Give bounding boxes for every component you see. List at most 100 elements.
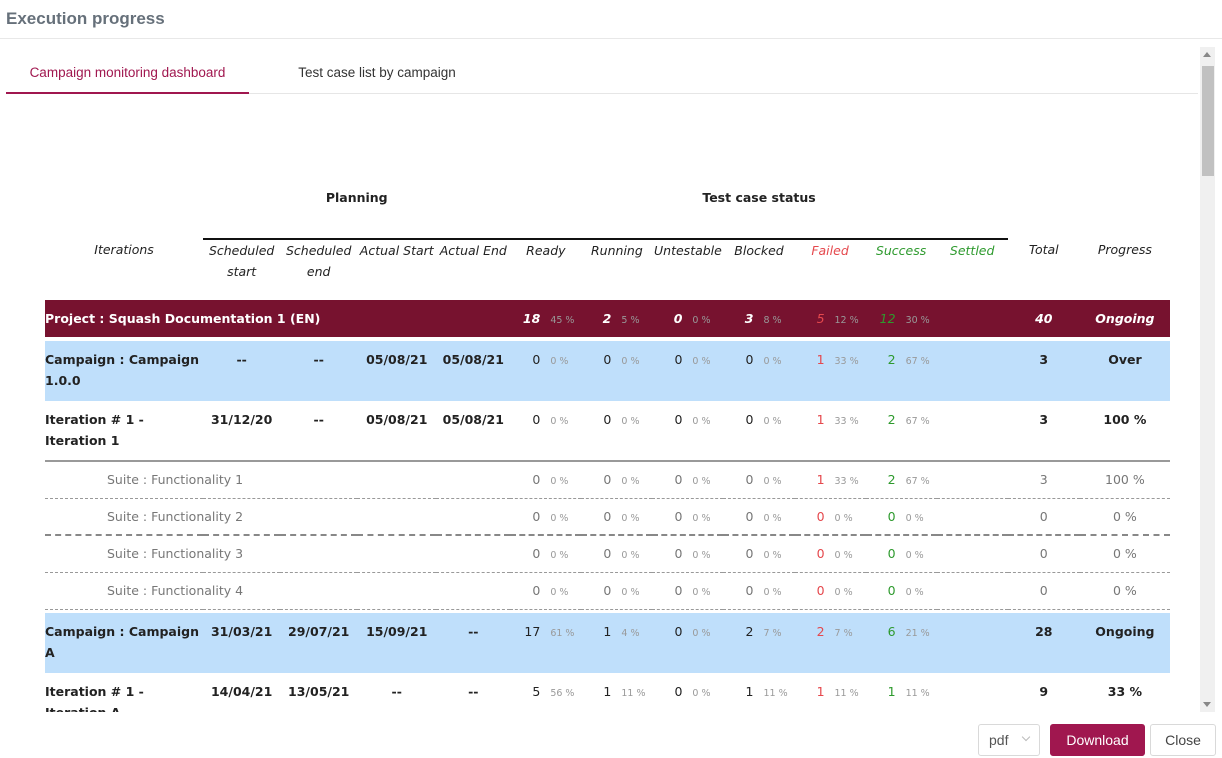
blocked-cell: 0 0 % (723, 341, 795, 401)
count: 2 (745, 624, 754, 639)
scheduled-start-cell: 31/12/20 (203, 401, 281, 462)
running-cell: 0 0 % (581, 535, 653, 573)
count: 0 (674, 412, 683, 427)
percent: 0 % (550, 512, 569, 524)
actual-start-cell: 05/08/21 (357, 341, 437, 401)
suite-row[interactable]: Suite : Functionality 2 00 % 0 0 % 0 0 % 0 0 %… (45, 498, 1170, 536)
suite-row[interactable]: Suite : Functionality 4 00 % 0 0 % 0 0 % 0 0 %… (45, 572, 1170, 610)
scroll-down-arrow-icon[interactable] (1203, 702, 1211, 707)
percent: 0 % (621, 476, 640, 488)
untestable-cell: 0 0 % (652, 461, 724, 499)
count: 0 (532, 508, 541, 524)
count: 5 (816, 311, 825, 326)
count: 2 (887, 352, 896, 367)
progress-cell: 0 % (1079, 498, 1170, 536)
iteration-row[interactable]: Iteration # 1 - Iteration 1 31/12/20 -- … (45, 401, 1170, 462)
scheduled-end-cell: -- (280, 401, 358, 462)
count: 0 (674, 624, 683, 639)
percent: 11 % (621, 688, 646, 699)
iteration-row[interactable]: Iteration # 1 - Iteration A 14/04/21 13/… (45, 673, 1170, 712)
count: 0 (603, 583, 612, 598)
scheduled-start-cell: 31/03/21 (203, 613, 281, 673)
percent: 67 % (905, 356, 930, 367)
count: 1 (745, 684, 754, 699)
failed-cell: 1 11 % (795, 673, 866, 712)
count: 1 (816, 472, 825, 488)
campaign-row[interactable]: Campaign : Campaign A 31/03/21 29/07/21 … (45, 613, 1170, 673)
progress-cell: 100 % (1079, 401, 1170, 462)
percent: 0 % (692, 416, 711, 427)
percent: 0 % (692, 688, 711, 699)
close-button[interactable]: Close (1150, 724, 1216, 756)
running-cell: 0 0 % (581, 572, 653, 610)
failed-cell: 0 0 % (794, 572, 866, 610)
running-cell: 1 4 % (581, 613, 653, 673)
percent: 0 % (763, 476, 782, 488)
percent: 61 % (550, 628, 575, 639)
failed-cell: 1 33 % (794, 401, 866, 462)
success-cell: 2 67 % (865, 461, 937, 499)
count: 2 (887, 412, 896, 427)
ready-cell: 5 56 % (510, 673, 581, 712)
col-scheduled-end: Scheduled end (286, 243, 352, 279)
percent: 0 % (763, 356, 782, 367)
count: 0 (887, 583, 896, 598)
progress-cell: Ongoing (1079, 300, 1170, 337)
success-cell: 0 0 % (865, 572, 937, 610)
col-running: Running (591, 243, 643, 258)
planning-group-header: Planning (203, 190, 511, 240)
col-iterations: Iterations (94, 242, 154, 257)
scroll-up-arrow-icon[interactable] (1203, 52, 1211, 57)
col-failed: Failed (811, 243, 849, 258)
total-cell: 0 (1007, 535, 1080, 573)
count: 2 (816, 624, 825, 639)
count: 2 (887, 472, 896, 488)
settled-cell (936, 498, 1008, 536)
blocked-cell: 0 0 % (723, 535, 795, 573)
count: 0 (603, 412, 612, 427)
progress-cell: 33 % (1107, 684, 1143, 699)
percent: 0 % (550, 416, 569, 427)
blocked-cell: 1 11 % (723, 673, 794, 712)
row-name: Campaign : Campaign A (45, 613, 204, 673)
vertical-scrollbar[interactable] (1200, 47, 1215, 712)
percent: 0 % (550, 356, 569, 367)
count: 3 (744, 311, 754, 326)
scrollbar-thumb[interactable] (1202, 66, 1214, 176)
settled-cell (936, 613, 1008, 673)
suite-row[interactable]: Suite : Functionality 1 0 0 % 0 0 % 0 0 % 0 0 %… (45, 461, 1170, 499)
count: 0 (674, 472, 683, 488)
ready-cell: 18 45 % (510, 300, 582, 337)
percent: 7 % (763, 628, 782, 639)
download-button[interactable]: Download (1050, 724, 1145, 756)
count: 1 (603, 624, 612, 639)
tab-campaign-monitoring-dashboard[interactable]: Campaign monitoring dashboard (6, 54, 249, 94)
count: 0 (603, 472, 612, 488)
tab-test-case-list-by-campaign[interactable]: Test case list by campaign (274, 54, 480, 94)
count: 0 (673, 311, 683, 326)
percent: 0 % (834, 512, 853, 524)
row-name: Iteration # 1 - Iteration A (45, 684, 144, 712)
actual-end-cell: 05/08/21 (436, 341, 511, 401)
percent: 0 % (550, 587, 569, 598)
suite-row[interactable]: Suite : Functionality 3 00 % 0 0 % 0 0 % 0 0 %… (45, 535, 1170, 573)
count: 5 (532, 684, 541, 699)
percent: 11 % (763, 688, 788, 699)
count: 0 (816, 583, 825, 598)
percent: 4 % (621, 628, 640, 639)
actual-start-cell: -- (391, 684, 402, 699)
export-format-select[interactable]: pdf (978, 724, 1040, 756)
col-scheduled-start: Scheduled start (208, 243, 275, 279)
blocked-cell: 0 0 % (723, 461, 795, 499)
campaign-row[interactable]: Campaign : Campaign 1.0.0 -- -- 05/08/21… (45, 341, 1170, 401)
percent: 45 % (550, 315, 575, 326)
total-cell: 3 (1007, 461, 1080, 499)
count: 17 (524, 624, 541, 639)
percent: 0 % (621, 416, 640, 427)
scheduled-start-cell: 14/04/21 (210, 684, 273, 699)
ready-cell: 17 61 % (510, 613, 582, 673)
blocked-cell: 0 0 % (723, 401, 795, 462)
untestable-cell: 0 0 % (652, 613, 724, 673)
col-actual-end: Actual End (439, 243, 507, 258)
settled-cell (936, 300, 1008, 337)
